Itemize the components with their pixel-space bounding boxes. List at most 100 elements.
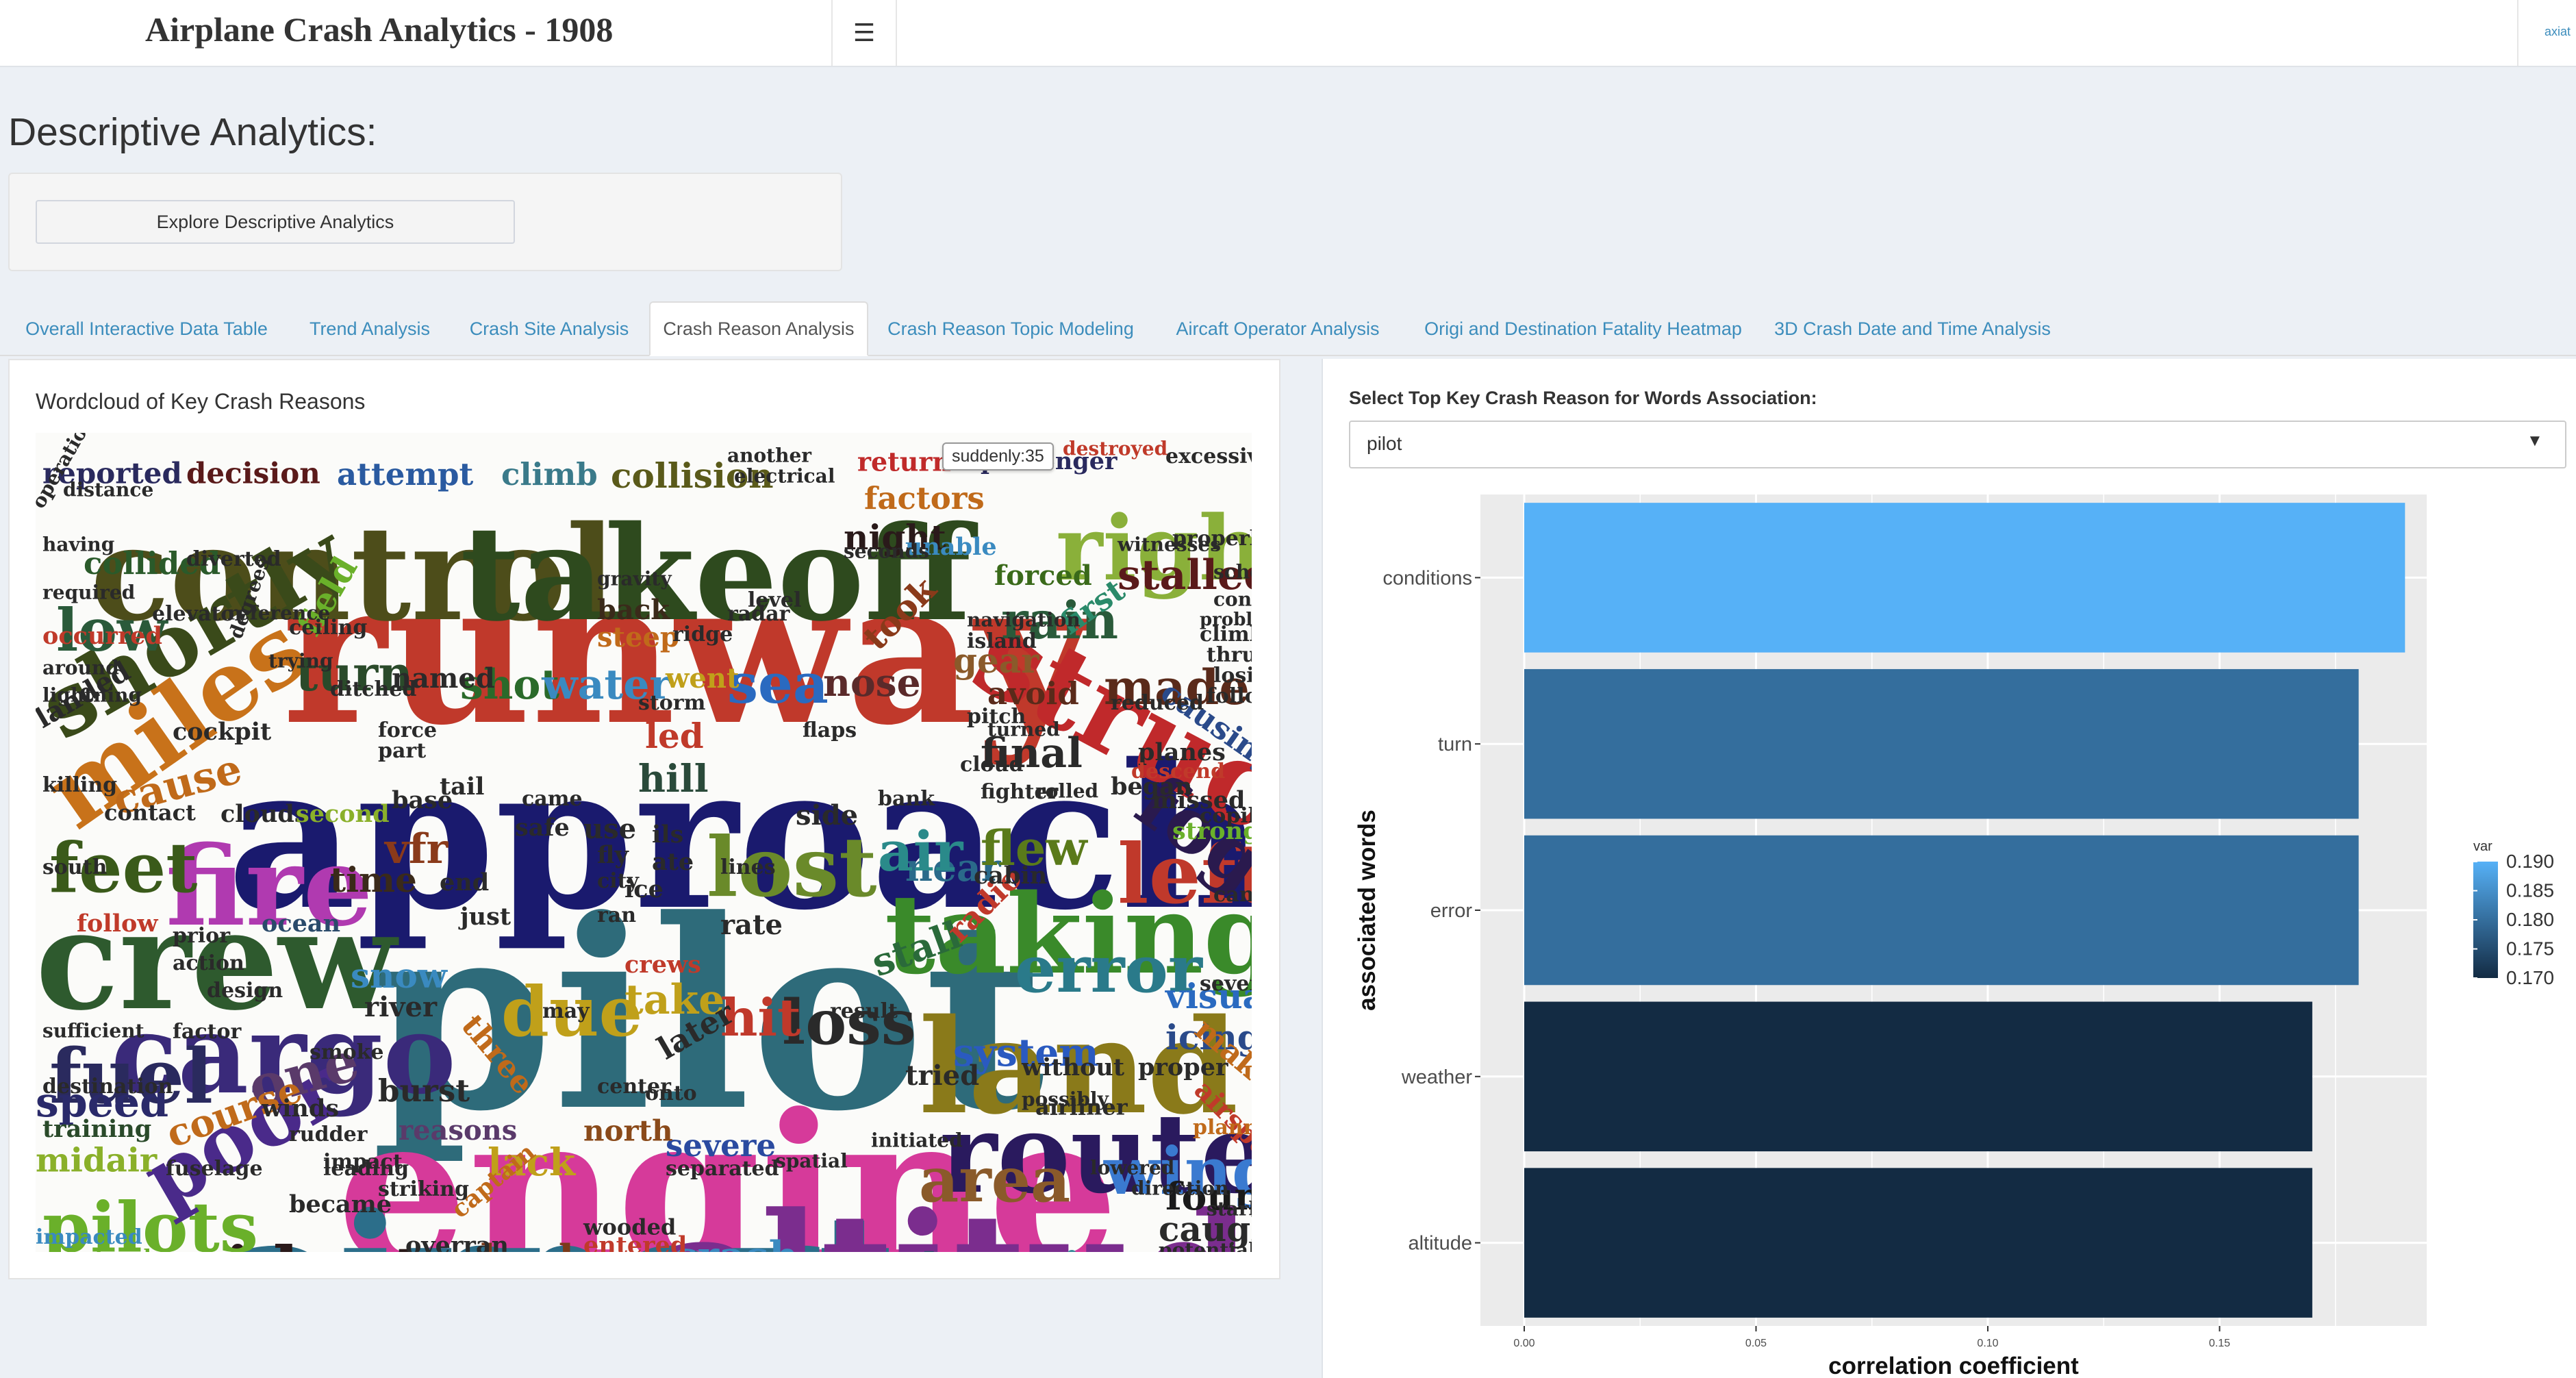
tab-crash-site-analysis[interactable]: Crash Site Analysis xyxy=(457,301,641,356)
wordcloud-word[interactable]: potential xyxy=(1159,1238,1252,1252)
wordcloud-word[interactable]: city xyxy=(597,869,640,893)
wordcloud-word[interactable]: tried xyxy=(905,1060,979,1092)
wordcloud-word[interactable]: led xyxy=(645,716,704,756)
wordcloud-word[interactable]: area xyxy=(919,1144,1070,1216)
wordcloud-word[interactable]: cockpit xyxy=(173,718,271,746)
wordcloud-word[interactable]: striking xyxy=(378,1177,469,1201)
wordcloud-word[interactable]: spatial xyxy=(775,1149,848,1172)
wordcloud-word[interactable]: lowered xyxy=(1090,1156,1174,1179)
wordcloud-word[interactable]: training xyxy=(42,1115,151,1143)
wordcloud-word[interactable]: went xyxy=(665,662,740,694)
wordcloud-word[interactable]: became xyxy=(289,1190,392,1218)
wordcloud-word[interactable]: excessive xyxy=(1165,444,1252,468)
wordcloud-word[interactable]: factors xyxy=(864,480,985,516)
wordcloud-word[interactable]: river xyxy=(364,991,438,1023)
wordcloud-word[interactable]: forced xyxy=(994,560,1092,592)
wordcloud-word[interactable]: center xyxy=(597,1075,672,1099)
wordcloud-word[interactable]: without xyxy=(1021,1053,1124,1081)
wordcloud-word[interactable]: north xyxy=(583,1114,673,1148)
wordcloud-word[interactable]: destination xyxy=(42,1075,173,1099)
wordcloud-word[interactable]: navigation xyxy=(967,608,1081,631)
wordcloud-word[interactable]: planning xyxy=(1193,1116,1252,1140)
wordcloud-word[interactable]: steep xyxy=(597,621,679,653)
wordcloud-word[interactable]: ate xyxy=(652,848,694,876)
wordcloud-word[interactable]: safe xyxy=(515,814,570,842)
wordcloud-word[interactable]: crash xyxy=(672,1233,798,1252)
wordcloud-word[interactable]: having xyxy=(42,533,114,555)
wordcloud-word[interactable]: cabin xyxy=(974,862,1047,890)
wordcloud-word[interactable]: sea xyxy=(727,651,829,716)
wordcloud-word[interactable]: air xyxy=(878,819,963,884)
wordcloud-word[interactable]: fuselage xyxy=(166,1157,263,1181)
crash-reason-select[interactable] xyxy=(1349,421,2566,468)
wordcloud-word[interactable]: separated xyxy=(666,1157,779,1181)
wordcloud-word[interactable]: part xyxy=(378,739,426,763)
wordcloud-word[interactable]: flaps xyxy=(803,718,857,742)
wordcloud-word[interactable]: midair xyxy=(36,1141,157,1179)
wordcloud-word[interactable]: seconds xyxy=(844,540,929,562)
wordcloud-word[interactable]: time xyxy=(330,860,417,900)
wordcloud-word[interactable]: back xyxy=(597,594,670,626)
wordcloud-word[interactable]: ocean xyxy=(262,910,340,938)
wordcloud-word[interactable]: return xyxy=(857,446,951,477)
wordcloud-word[interactable]: required xyxy=(42,581,135,603)
wordcloud-word[interactable]: sufficient xyxy=(42,1019,144,1042)
wordcloud-word[interactable]: occurred xyxy=(42,622,162,650)
wordcloud-word[interactable]: smoke xyxy=(310,1040,384,1064)
wordcloud-word[interactable]: island xyxy=(967,629,1037,653)
wordcloud-word[interactable]: follow xyxy=(77,910,158,938)
tab-3d-crash-date-time[interactable]: 3D Crash Date and Time Analysis xyxy=(1765,301,2060,356)
wordcloud-word[interactable]: ran xyxy=(597,903,636,927)
wordcloud-word[interactable]: burst xyxy=(378,1073,470,1109)
wordcloud-word[interactable]: ditched xyxy=(330,677,416,701)
wordcloud-word[interactable]: lines xyxy=(720,855,776,879)
wordcloud-word[interactable]: gravity xyxy=(597,567,672,590)
wordcloud-word[interactable]: copilot xyxy=(1200,804,1252,828)
wordcloud-word[interactable]: trying xyxy=(268,649,333,672)
caret-down-icon[interactable]: ▼ xyxy=(2527,431,2543,451)
wordcloud-word[interactable]: possibly xyxy=(1022,1088,1109,1110)
wordcloud-word[interactable]: killing xyxy=(42,773,117,797)
wordcloud-word[interactable]: winds xyxy=(261,1094,339,1123)
wordcloud-word[interactable]: several xyxy=(1200,972,1252,996)
tab-operator-analysis[interactable]: Aircaft Operator Analysis xyxy=(1154,301,1401,356)
wordcloud-word[interactable]: clouds xyxy=(220,800,308,828)
wordcloud-word[interactable]: decision xyxy=(186,457,320,490)
wordcloud-word[interactable]: ils xyxy=(652,820,683,849)
wordcloud-word[interactable]: starboard xyxy=(1207,1197,1252,1220)
wordcloud-word[interactable]: bank xyxy=(878,787,935,811)
wordcloud-word[interactable]: problems xyxy=(1200,610,1252,630)
wordcloud-word[interactable]: distance xyxy=(63,478,153,501)
wordcloud-word[interactable]: radar xyxy=(727,602,791,626)
wordcloud-word[interactable]: factor xyxy=(173,1020,242,1044)
wordcloud-word[interactable]: turned xyxy=(987,718,1060,740)
wordcloud-word[interactable]: rudder xyxy=(289,1123,368,1147)
wordcloud-word[interactable]: came xyxy=(522,787,583,811)
wordcloud-word[interactable]: direction xyxy=(1131,1177,1228,1199)
wordcloud-word[interactable]: end xyxy=(440,868,489,897)
wordcloud-word[interactable]: around xyxy=(42,656,119,679)
wordcloud-word[interactable]: initiated xyxy=(871,1129,963,1151)
wordcloud-word[interactable]: cloud xyxy=(960,753,1023,777)
wordcloud-word[interactable]: destroyed xyxy=(1063,437,1167,460)
wordcloud-word[interactable]: overran xyxy=(405,1231,509,1252)
tab-topic-modeling[interactable]: Crash Reason Topic Modeling xyxy=(879,301,1142,356)
tab-fatality-heatmap[interactable]: Origi and Destination Fatality Heatmap xyxy=(1412,301,1754,356)
wordcloud-word[interactable]: climb xyxy=(501,456,598,492)
wordcloud-word[interactable]: scheduled xyxy=(1213,560,1252,583)
wordcloud-word[interactable]: may xyxy=(542,999,590,1023)
wordcloud-word[interactable]: crews xyxy=(624,951,701,979)
wordcloud-word[interactable]: rolled xyxy=(1035,779,1098,802)
crash-reason-select-value[interactable]: pilot xyxy=(1367,433,1402,455)
wordcloud-word[interactable]: attempt xyxy=(337,456,473,492)
wordcloud-word[interactable]: another xyxy=(727,444,812,466)
wordcloud-word[interactable]: prior xyxy=(173,924,231,948)
explore-descriptive-button[interactable]: Explore Descriptive Analytics xyxy=(36,200,515,244)
wordcloud-word[interactable]: action xyxy=(173,951,244,975)
tab-overall-data-table[interactable]: Overall Interactive Data Table xyxy=(11,301,282,356)
user-name[interactable]: axiat xyxy=(2545,25,2571,39)
wordcloud-word[interactable]: nose xyxy=(823,660,921,705)
wordcloud-word[interactable]: fly xyxy=(597,841,629,869)
wordcloud-word[interactable]: descend xyxy=(1131,760,1225,784)
wordcloud-word[interactable]: just xyxy=(458,903,511,931)
